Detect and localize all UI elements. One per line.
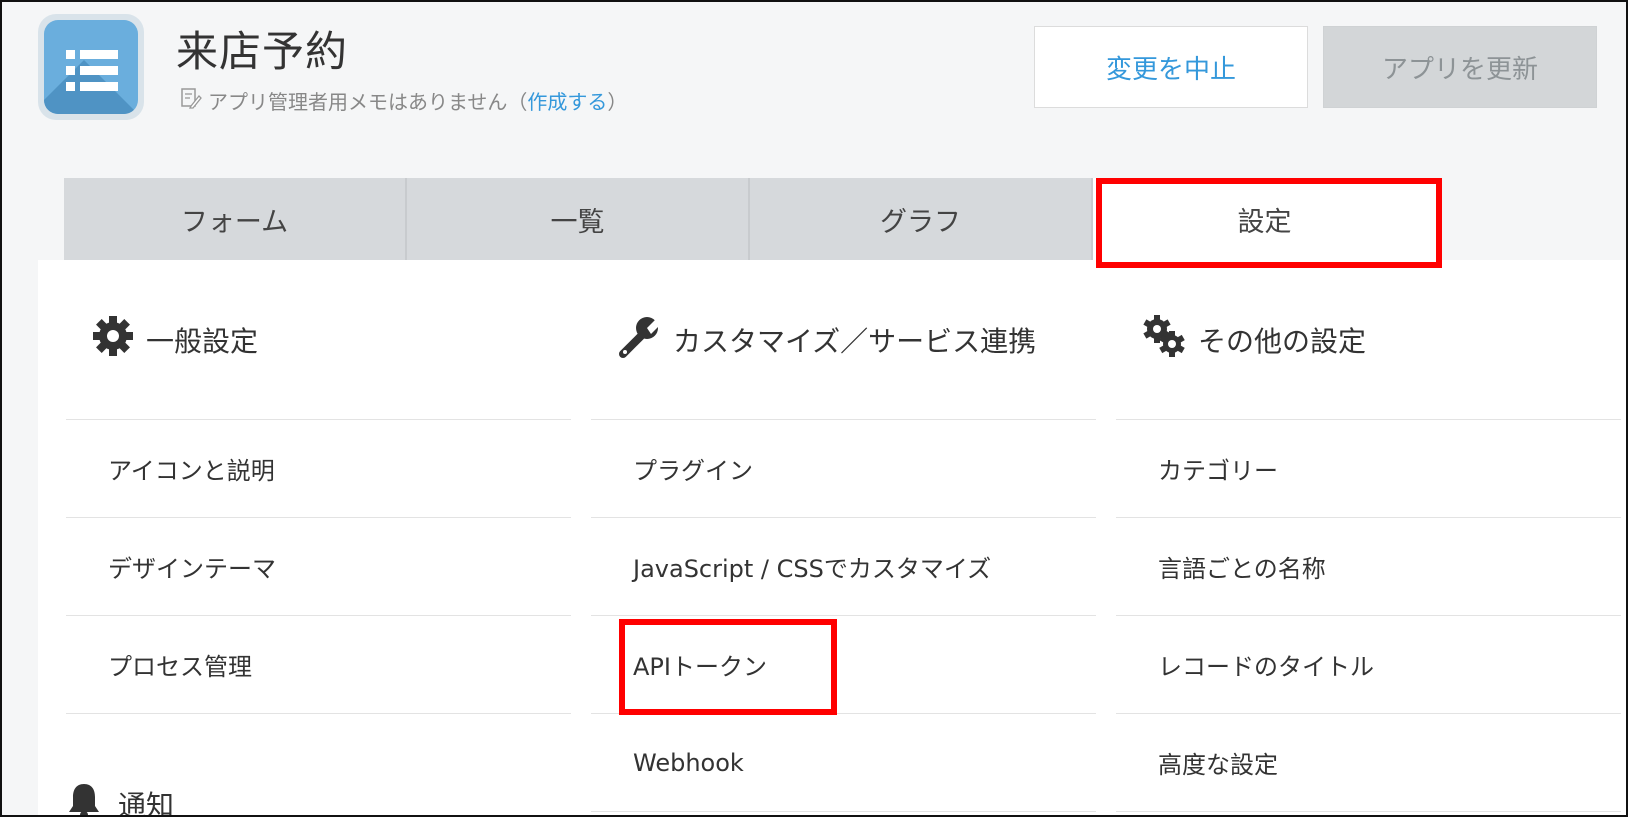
advanced-settings-link[interactable]: 高度な設定	[1116, 714, 1621, 812]
settings-tabs: フォーム 一覧 グラフ 設定	[64, 178, 1436, 260]
plugin-link[interactable]: プラグイン	[591, 420, 1096, 518]
create-memo-link[interactable]: 作成する	[527, 90, 607, 114]
cancel-changes-button[interactable]: 変更を中止	[1034, 26, 1308, 108]
gear-icon	[92, 315, 134, 364]
other-settings-heading: その他の設定	[1116, 260, 1621, 420]
general-settings-column: 一般設定 アイコンと説明 デザインテーマ プロセス管理	[66, 260, 571, 714]
memo-paren-close: ）	[607, 90, 628, 114]
other-settings-column: その他の設定 カテゴリー 言語ごとの名称 レコードのタイトル 高度な設定	[1116, 260, 1621, 812]
memo-text: アプリ管理者用メモはありません	[208, 90, 508, 114]
gears-icon	[1142, 314, 1186, 365]
bell-icon	[64, 780, 104, 817]
record-title-link[interactable]: レコードのタイトル	[1116, 616, 1621, 714]
other-settings-title: その他の設定	[1198, 324, 1367, 358]
app-icon	[38, 14, 144, 120]
customize-heading: カスタマイズ／サービス連携	[591, 260, 1096, 420]
tab-settings[interactable]: 設定	[1093, 178, 1436, 260]
admin-memo: アプリ管理者用メモはありません （作成する）	[180, 86, 627, 115]
api-token-link[interactable]: APIトークン	[591, 616, 1096, 714]
general-settings-heading: 一般設定	[66, 260, 571, 420]
app-title: 来店予約	[176, 27, 349, 76]
icon-and-description-link[interactable]: アイコンと説明	[66, 420, 571, 518]
notification-heading: 通知	[64, 780, 174, 817]
settings-panel: 一般設定 アイコンと説明 デザインテーマ プロセス管理 カスタマイズ／サービス連…	[38, 260, 1628, 817]
tab-graph[interactable]: グラフ	[750, 178, 1093, 260]
javascript-css-customize-link[interactable]: JavaScript / CSSでカスタマイズ	[591, 518, 1096, 616]
localized-names-link[interactable]: 言語ごとの名称	[1116, 518, 1621, 616]
notification-title: 通知	[118, 788, 175, 817]
category-link[interactable]: カテゴリー	[1116, 420, 1621, 518]
process-management-link[interactable]: プロセス管理	[66, 616, 571, 714]
tab-list[interactable]: 一覧	[407, 178, 750, 260]
wrench-icon	[617, 314, 661, 365]
webhook-link[interactable]: Webhook	[591, 714, 1096, 812]
memo-paren-open: （	[507, 90, 528, 114]
memo-edit-icon	[180, 87, 202, 114]
tab-form[interactable]: フォーム	[64, 178, 407, 260]
customize-title: カスタマイズ／サービス連携	[673, 324, 1037, 358]
customize-column: カスタマイズ／サービス連携 プラグイン JavaScript / CSSでカスタ…	[591, 260, 1096, 812]
update-app-button[interactable]: アプリを更新	[1323, 26, 1597, 108]
design-theme-link[interactable]: デザインテーマ	[66, 518, 571, 616]
general-settings-title: 一般設定	[146, 324, 259, 358]
